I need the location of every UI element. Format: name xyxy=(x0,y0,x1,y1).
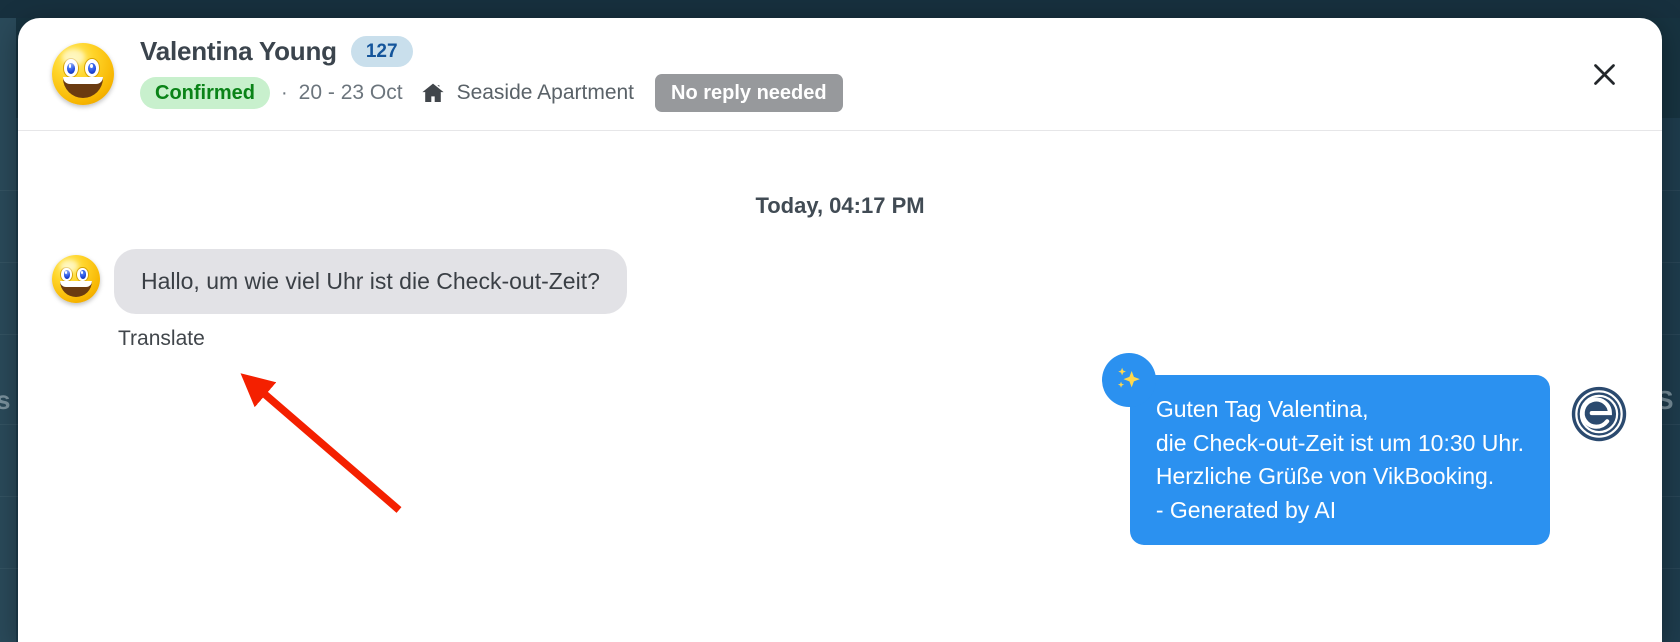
avatar-mouth xyxy=(62,77,104,98)
vikbooking-logo-icon xyxy=(1570,385,1628,443)
header-text-block: Valentina Young 127 Confirmed · 20 - 23 … xyxy=(140,36,843,112)
message-row-incoming: Hallo, um wie viel Uhr ist die Check-out… xyxy=(52,249,1628,351)
incoming-message-bubble: Hallo, um wie viel Uhr ist die Check-out… xyxy=(114,249,627,315)
booking-id-badge[interactable]: 127 xyxy=(350,36,413,67)
guest-avatar xyxy=(52,43,114,105)
room-name: Seaside Apartment xyxy=(456,81,635,104)
conversation-body: Today, 04:17 PM Hallo, um wie viel Uhr i… xyxy=(18,131,1662,641)
day-divider-timestamp: Today, 04:17 PM xyxy=(755,193,925,218)
message-row-outgoing: Guten Tag Valentina, die Check-out-Zeit … xyxy=(52,353,1628,546)
backdrop-topbar xyxy=(0,0,1680,18)
close-icon[interactable] xyxy=(1584,54,1624,94)
incoming-message-avatar xyxy=(52,255,100,303)
no-reply-needed-badge: No reply needed xyxy=(655,74,843,112)
status-badge: Confirmed xyxy=(140,77,270,109)
sparkles-icon xyxy=(1101,353,1156,408)
backdrop-ghost-text-left: s xyxy=(0,385,11,415)
incoming-message-block: Hallo, um wie viel Uhr ist die Check-out… xyxy=(114,249,627,351)
avatar-mouth xyxy=(60,281,92,298)
avatar-eye-right xyxy=(76,266,90,283)
avatar-eye-right xyxy=(83,57,101,79)
header-secondary-line: Confirmed · 20 - 23 Oct Seaside Apartmen… xyxy=(140,74,843,112)
separator-dot: · xyxy=(281,81,288,104)
avatar-eye-left xyxy=(62,57,80,79)
avatar-eye-left xyxy=(60,266,74,283)
conversation-modal: Valentina Young 127 Confirmed · 20 - 23 … xyxy=(18,18,1662,642)
modal-header: Valentina Young 127 Confirmed · 20 - 23 … xyxy=(18,18,1662,131)
outgoing-message-bubble: Guten Tag Valentina, die Check-out-Zeit … xyxy=(1129,375,1550,546)
outgoing-message-block: Guten Tag Valentina, die Check-out-Zeit … xyxy=(1101,353,1550,546)
date-range: 20 - 23 Oct xyxy=(298,81,403,104)
house-icon xyxy=(420,81,446,105)
translate-button[interactable]: Translate xyxy=(118,327,205,351)
guest-name: Valentina Young xyxy=(140,36,337,66)
backdrop-left-panel xyxy=(0,18,16,642)
header-primary-line: Valentina Young 127 xyxy=(140,36,843,67)
